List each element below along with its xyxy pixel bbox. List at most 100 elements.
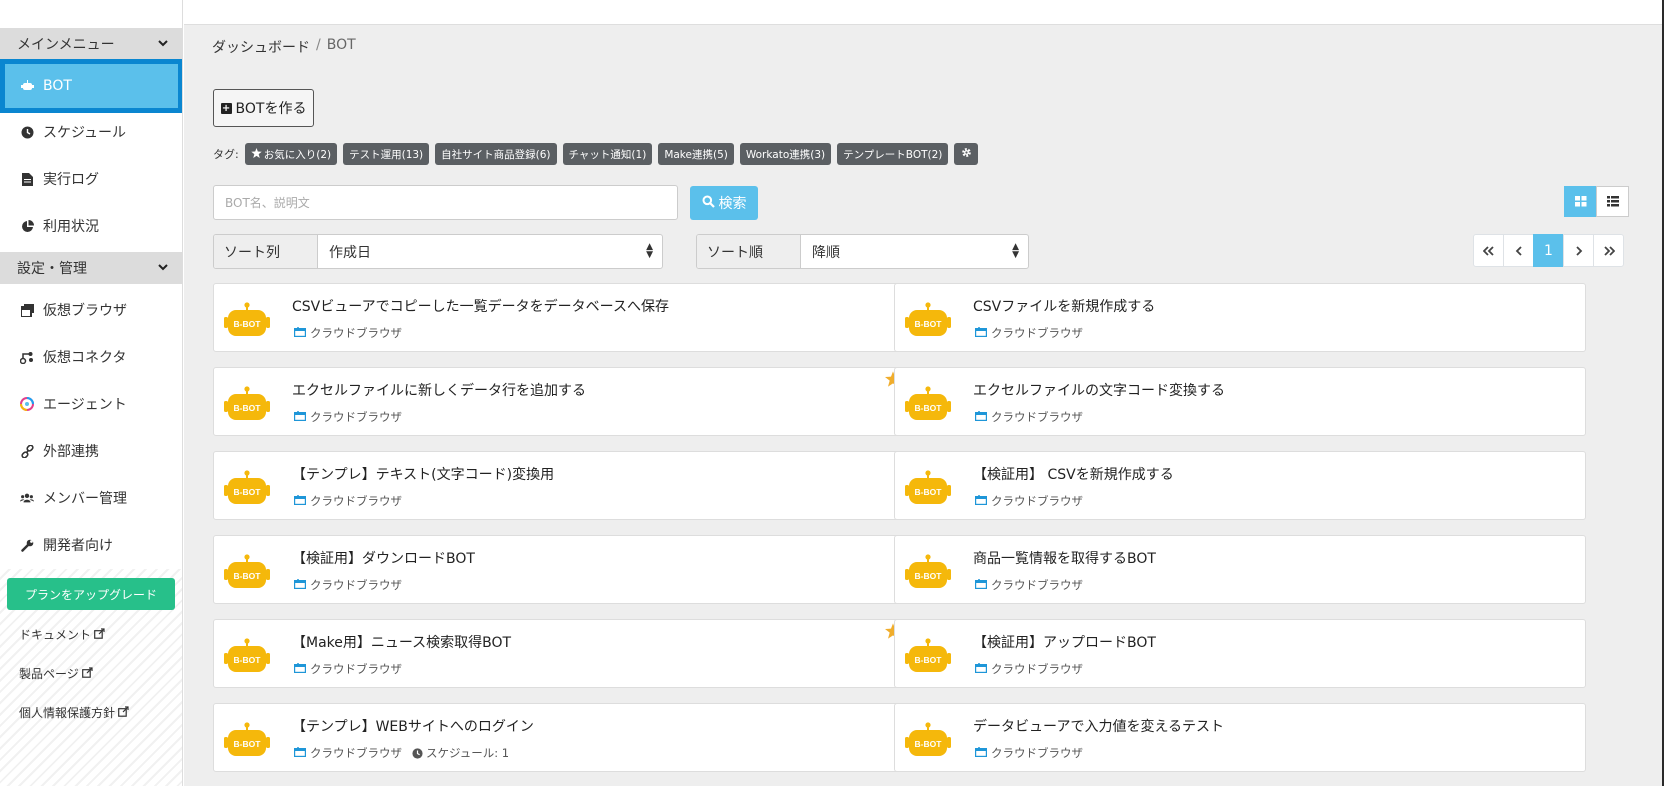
bot-card-title: エクセルファイルに新しくデータ行を追加する (292, 383, 586, 399)
bot-card-browser: クラウドブラウザ (310, 578, 402, 592)
bot-card[interactable]: B-BOT 【検証用】アップロードBOT クラウドブラウザ (894, 619, 1586, 688)
tag-item[interactable]: Make連携(5) (658, 143, 734, 165)
bot-card-browser: クラウドブラウザ (991, 662, 1083, 676)
last-page-button[interactable] (1593, 234, 1624, 267)
bot-card[interactable]: B-BOT 【検証用】 CSVを新規作成する クラウドブラウザ (894, 451, 1586, 520)
pagination: 1 (1473, 234, 1624, 267)
bot-card[interactable]: B-BOT エクセルファイルの文字コード変換する クラウドブラウザ (894, 367, 1586, 436)
next-page-button[interactable] (1563, 234, 1594, 267)
list-view-button[interactable] (1596, 186, 1629, 217)
sort-column-select[interactable]: 作成日 ▲ ▼ (318, 235, 662, 268)
upgrade-plan-button[interactable]: プランをアップグレード (7, 578, 175, 610)
bot-card-title: 【検証用】ダウンロードBOT (292, 551, 475, 567)
tags-label: タグ: (213, 148, 239, 161)
sidebar-item-label: 実行ログ (43, 172, 99, 188)
users-icon (20, 491, 34, 505)
tag-item[interactable]: Workato連携(3) (739, 143, 832, 165)
bot-logo-label: B-BOT (234, 571, 262, 581)
list-icon (1606, 192, 1619, 211)
breadcrumb: ダッシュボード / BOT (212, 37, 356, 57)
bot-logo-icon: B-BOT (224, 554, 270, 590)
sidebar-item-virtual-browser[interactable]: 仮想ブラウザ (0, 288, 182, 332)
sort-order-group: ソート順 降順 ▲ ▼ (696, 234, 1029, 269)
sidebar-item-members[interactable]: メンバー管理 (0, 476, 182, 520)
page-1-button[interactable]: 1 (1533, 234, 1564, 267)
bot-card[interactable]: B-BOT CSVビューアでコピーした一覧データをデータベースへ保存 クラウドブ… (213, 283, 905, 352)
double-chevron-right-icon (1603, 245, 1615, 256)
documents-link-label: ドキュメント (19, 628, 92, 642)
product-page-link[interactable]: 製品ページ (19, 665, 93, 682)
bot-card[interactable]: B-BOT 【Make用】ニュース検索取得BOT クラウドブラウザ (213, 619, 905, 688)
privacy-policy-link[interactable]: 個人情報保護方針 (19, 704, 129, 721)
sidebar: メインメニュー BOT スケジュール 実行ログ 利用状況 設定・管理 仮想ブラウ… (0, 0, 183, 786)
sidebar-item-usage[interactable]: 利用状況 (0, 204, 182, 248)
bot-card-title: 商品一覧情報を取得するBOT (973, 551, 1156, 567)
bot-card-meta: クラウドブラウザ (975, 325, 1083, 341)
sidebar-item-virtual-connector[interactable]: 仮想コネクタ (0, 335, 182, 379)
bot-card-title: データビューアで入力値を変えるテスト (973, 719, 1225, 735)
tag-favorites[interactable]: お気に入り(2) (244, 143, 338, 165)
bot-logo-icon: B-BOT (224, 470, 270, 506)
bot-logo-icon: B-BOT (224, 722, 270, 758)
tag-item[interactable]: チャット通知(1) (562, 143, 653, 165)
sidebar-item-agent[interactable]: エージェント (0, 382, 182, 426)
bot-card[interactable]: B-BOT 【テンプレ】WEBサイトへのログイン クラウドブラウザ スケジュール… (213, 703, 905, 772)
documents-link[interactable]: ドキュメント (19, 626, 105, 643)
bot-card-browser: クラウドブラウザ (310, 494, 402, 508)
bot-card[interactable]: B-BOT 商品一覧情報を取得するBOT クラウドブラウザ (894, 535, 1586, 604)
sidebar-item-bot[interactable]: BOT (0, 59, 182, 113)
bot-card[interactable]: B-BOT エクセルファイルに新しくデータ行を追加する クラウドブラウザ (213, 367, 905, 436)
bot-card[interactable]: B-BOT データビューアで入力値を変えるテスト クラウドブラウザ (894, 703, 1586, 772)
breadcrumb-home[interactable]: ダッシュボード (212, 37, 310, 57)
bot-card-meta: クラウドブラウザ (975, 661, 1083, 677)
bot-card-title: 【Make用】ニュース検索取得BOT (292, 635, 512, 651)
sort-column-value: 作成日 (329, 244, 371, 261)
cloud-browser-icon (294, 410, 307, 424)
bot-card-browser: クラウドブラウザ (310, 662, 402, 676)
sidebar-item-developers[interactable]: 開発者向け (0, 523, 182, 567)
external-link-icon (94, 627, 105, 642)
search-button[interactable]: 検索 (690, 186, 758, 220)
bot-card[interactable]: B-BOT 【テンプレ】テキスト(文字コード)変換用 クラウドブラウザ (213, 451, 905, 520)
wrench-icon (20, 538, 34, 552)
bot-card-schedule: スケジュール: 1 (412, 745, 509, 761)
bot-logo-label: B-BOT (915, 319, 943, 329)
tag-item[interactable]: テンプレートBOT(2) (837, 143, 949, 165)
bot-card-browser: クラウドブラウザ (310, 746, 402, 760)
sort-order-select[interactable]: 降順 ▲ ▼ (801, 235, 1028, 268)
bot-card-meta: クラウドブラウザ スケジュール: 1 (294, 745, 509, 761)
tag-item[interactable]: 自社サイト商品登録(6) (435, 143, 557, 165)
bot-card-browser: クラウドブラウザ (991, 410, 1083, 424)
main-menu-header[interactable]: メインメニュー (0, 28, 182, 60)
first-page-button[interactable] (1473, 234, 1504, 267)
grid-view-button[interactable] (1564, 186, 1597, 217)
top-bar (184, 0, 1662, 25)
bot-card-meta: クラウドブラウザ (975, 409, 1083, 425)
bot-card[interactable]: B-BOT CSVファイルを新規作成する クラウドブラウザ (894, 283, 1586, 352)
bot-logo-label: B-BOT (915, 403, 943, 413)
settings-header[interactable]: 設定・管理 (0, 252, 182, 284)
windows-icon (20, 303, 34, 317)
bot-card[interactable]: B-BOT 【検証用】ダウンロードBOT クラウドブラウザ (213, 535, 905, 604)
prev-page-button[interactable] (1503, 234, 1534, 267)
link-icon (20, 444, 34, 458)
chevron-down-icon (158, 37, 168, 50)
search-button-label: 検索 (718, 196, 747, 212)
bot-card-meta: クラウドブラウザ (294, 577, 402, 593)
search-input[interactable]: BOT名、説明文 (213, 185, 678, 220)
robot-icon (20, 79, 34, 93)
bot-logo-icon: B-BOT (224, 386, 270, 422)
create-bot-button[interactable]: + BOTを作る (213, 89, 314, 127)
sidebar-item-integrations[interactable]: 外部連携 (0, 429, 182, 473)
tag-settings-button[interactable] (954, 143, 979, 165)
bot-logo-icon: B-BOT (905, 638, 951, 674)
view-toggle (1564, 186, 1629, 217)
tag-item[interactable]: テスト運用(13) (343, 143, 430, 165)
sidebar-item-schedule[interactable]: スケジュール (0, 110, 182, 154)
sidebar-item-label: スケジュール (43, 125, 127, 141)
sidebar-item-label: 仮想ブラウザ (43, 303, 127, 319)
chevron-down-icon (158, 261, 168, 274)
sidebar-item-logs[interactable]: 実行ログ (0, 157, 182, 201)
bot-card-title: 【検証用】アップロードBOT (973, 635, 1156, 651)
cloud-browser-icon (294, 326, 307, 340)
